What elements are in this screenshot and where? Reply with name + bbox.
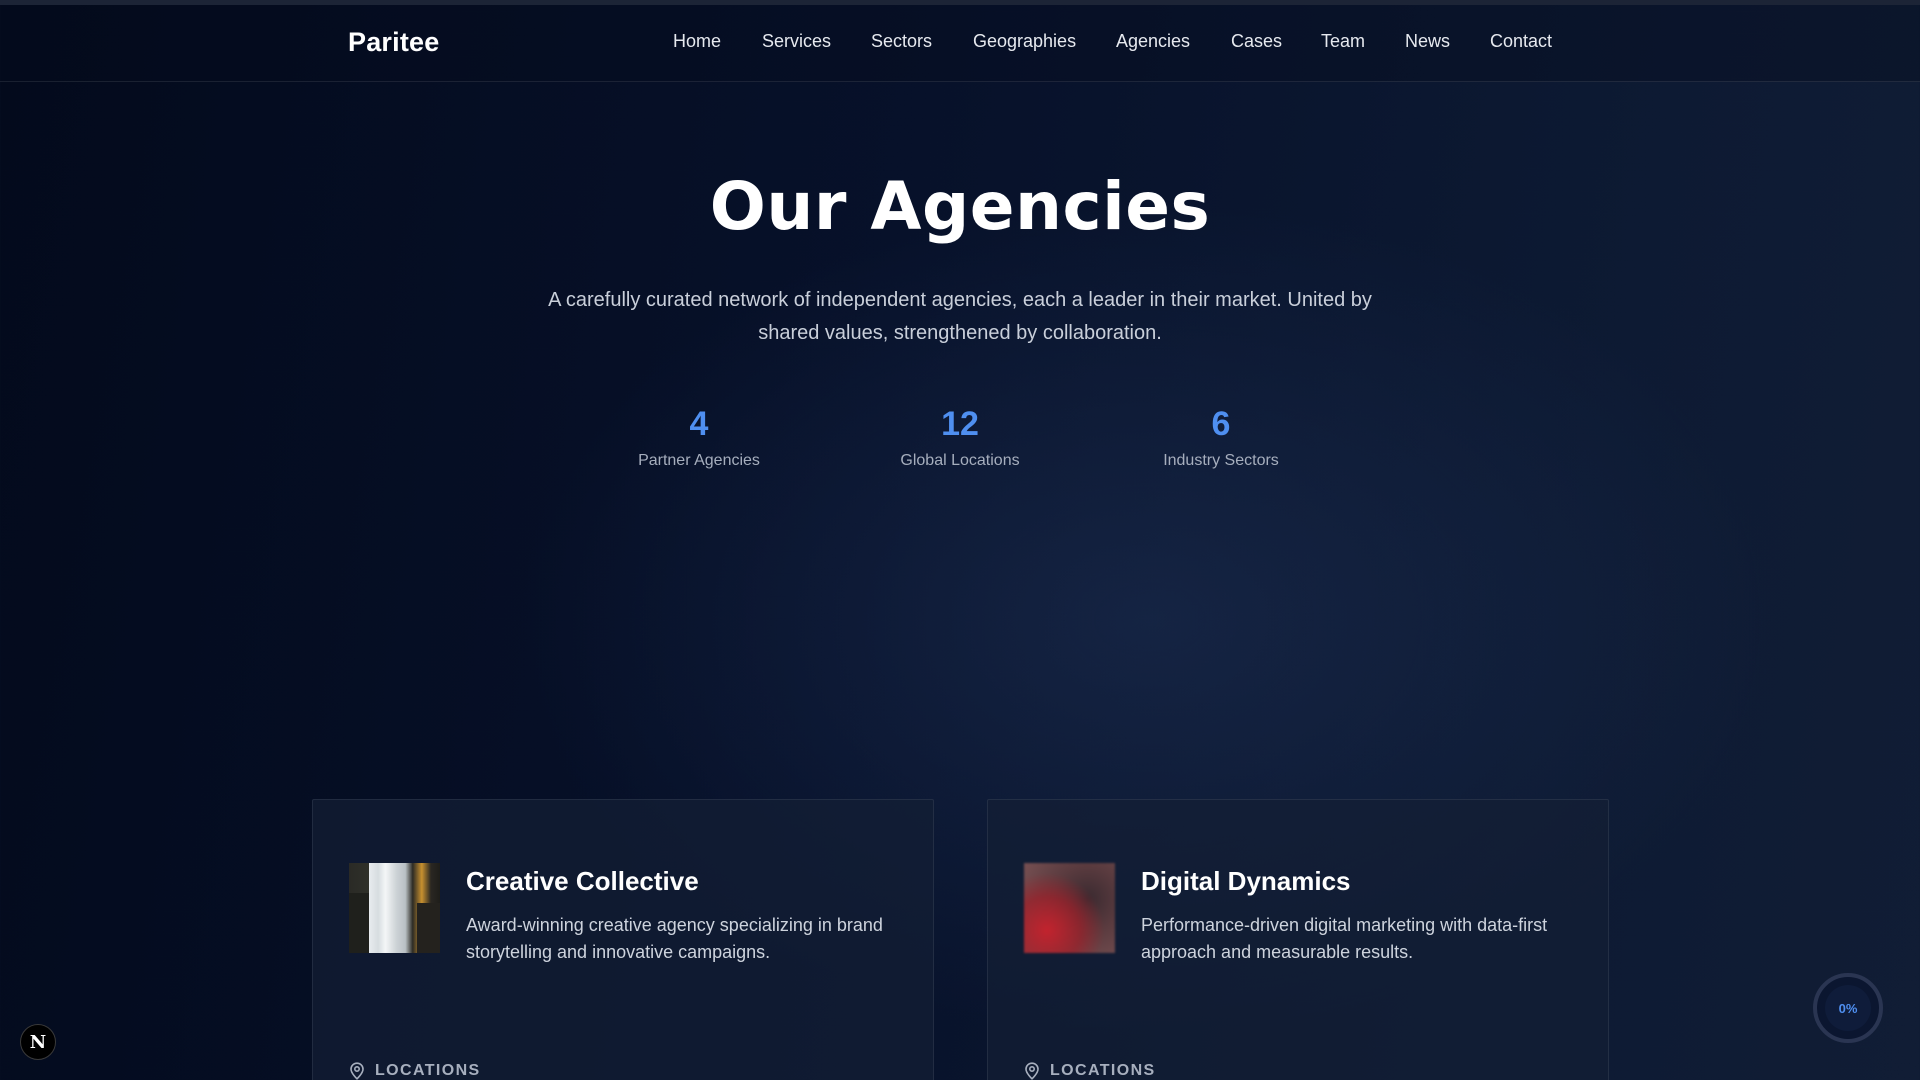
nav-services[interactable]: Services [762, 31, 831, 52]
stat-partner-agencies: 4 Partner Agencies [579, 400, 819, 470]
stat-value: 4 [689, 405, 709, 443]
agency-image [349, 863, 440, 953]
nav-agencies[interactable]: Agencies [1116, 31, 1190, 52]
dev-tools-badge[interactable]: N [20, 1024, 56, 1060]
locations-label: LOCATIONS [1050, 1062, 1156, 1079]
agency-description: Performance-driven digital marketing wit… [1141, 915, 1548, 962]
scroll-progress-indicator[interactable]: 0% [1813, 973, 1883, 1043]
logo[interactable]: Paritee [348, 27, 439, 58]
stat-label: Global Locations [900, 452, 1020, 469]
stat-industry-sectors: 6 Industry Sectors [1101, 400, 1341, 470]
scroll-progress-value: 0% [1825, 985, 1871, 1031]
navbar: Paritee Home Services Sectors Geographie… [0, 5, 1920, 82]
stat-value: 6 [1211, 405, 1231, 443]
nav-contact[interactable]: Contact [1490, 31, 1552, 52]
stat-value: 12 [941, 405, 979, 443]
nav-sectors[interactable]: Sectors [871, 31, 932, 52]
agency-name: Creative Collective [466, 866, 699, 896]
agency-description: Award-winning creative agency specializi… [466, 915, 883, 962]
nav-team[interactable]: Team [1321, 31, 1365, 52]
stat-label: Partner Agencies [638, 452, 760, 469]
locations-heading: LOCATIONS [1024, 1062, 1156, 1080]
stat-global-locations: 12 Global Locations [840, 400, 1080, 470]
nav-geographies[interactable]: Geographies [973, 31, 1076, 52]
agency-card-digital-dynamics[interactable]: Digital Dynamics Performance-driven digi… [987, 799, 1609, 1080]
page-subtitle: A carefully curated network of independe… [548, 289, 1372, 344]
nav-cases[interactable]: Cases [1231, 31, 1282, 52]
map-pin-icon [350, 1062, 364, 1080]
nav-news[interactable]: News [1405, 31, 1450, 52]
locations-label: LOCATIONS [375, 1062, 481, 1079]
stat-label: Industry Sectors [1163, 452, 1279, 469]
agency-card-creative-collective[interactable]: Creative Collective Award-winning creati… [312, 799, 934, 1080]
locations-heading: LOCATIONS [349, 1062, 481, 1080]
page-title: Our Agencies [709, 168, 1211, 245]
agency-image [1024, 863, 1115, 953]
map-pin-icon [1025, 1062, 1039, 1080]
nav-home[interactable]: Home [673, 31, 721, 52]
agency-name: Digital Dynamics [1141, 866, 1351, 896]
